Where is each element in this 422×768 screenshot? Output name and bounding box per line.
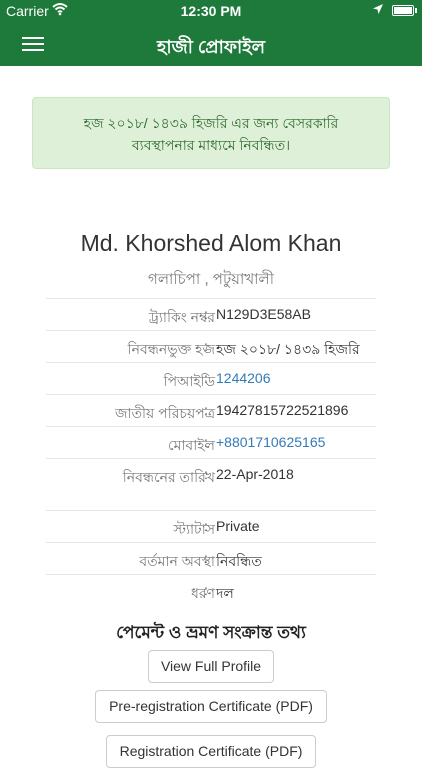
- info-row-mobile: মোবাইল : +8801710625165: [46, 426, 376, 458]
- battery-tip: [415, 8, 417, 13]
- registration-date-value: 22-Apr-2018: [216, 466, 294, 482]
- location-arrow-icon: [372, 3, 384, 18]
- info-colon: :: [204, 550, 208, 566]
- mobile-link[interactable]: +8801710625165: [216, 434, 325, 450]
- info-row-tracking-number: ট্র্যাকিং নম্বর : N129D3E58AB: [46, 298, 376, 330]
- info-row-type: ধরণ : দল: [46, 574, 376, 606]
- type-value: দল: [216, 585, 234, 601]
- payment-travel-section-title: পেমেন্ট ও ভ্রমণ সংক্রান্ত তথ্য: [116, 623, 306, 642]
- national-id-value: 19427815722521896: [216, 402, 349, 418]
- info-row-current-state: বর্তমান অবস্থা : নিবন্ধিত: [46, 542, 376, 574]
- info-label: নিবন্ধনভুক্ত হজ: [127, 341, 215, 357]
- info-label: ধরণ: [190, 585, 215, 601]
- info-colon: :: [204, 306, 208, 322]
- registration-certificate-button[interactable]: Registration Certificate (PDF): [106, 735, 316, 768]
- info-row-pid: পিআইডি : 1244206: [46, 362, 376, 394]
- info-label: মোবাইল: [167, 437, 215, 453]
- status-bar: Carrier 12:30 PM: [0, 0, 422, 22]
- info-colon: :: [204, 402, 208, 418]
- info-label: স্ট্যাটাস: [173, 521, 215, 537]
- view-full-profile-button[interactable]: View Full Profile: [148, 650, 274, 683]
- info-colon: :: [204, 434, 208, 450]
- battery-icon: [392, 5, 414, 16]
- info-colon: :: [204, 582, 208, 598]
- clock: 12:30 PM: [180, 3, 242, 19]
- info-colon: :: [204, 518, 208, 534]
- current-state-value: নিবন্ধিত: [216, 553, 262, 569]
- info-row-status: স্ট্যাটাস : Private: [46, 510, 376, 542]
- pilgrim-location: গলাচিপা , পটুয়াখালী: [148, 271, 274, 288]
- pid-link[interactable]: 1244206: [216, 370, 271, 386]
- page-title: হাজী প্রোফাইল: [156, 37, 266, 57]
- profile-info-table: ট্র্যাকিং নম্বর : N129D3E58AB নিবন্ধনভুক…: [46, 298, 376, 606]
- info-colon: :: [204, 338, 208, 354]
- tracking-number-value: N129D3E58AB: [216, 306, 311, 322]
- info-row-registered-hajj: নিবন্ধনভুক্ত হজ : হজ ২০১৮/ ১৪৩৯ হিজরি: [46, 330, 376, 362]
- info-row-national-id: জাতীয় পরিচয়পত্র : 19427815722521896: [46, 394, 376, 426]
- info-colon: :: [204, 370, 208, 386]
- info-row-registration-date: নিবন্ধনের তারিখ : 22-Apr-2018: [46, 458, 376, 490]
- nav-bar: হাজী প্রোফাইল: [0, 22, 422, 66]
- info-colon: :: [204, 466, 208, 482]
- info-label: জাতীয় পরিচয়পত্র: [114, 405, 215, 421]
- status-value: Private: [216, 518, 260, 534]
- info-label: নিবন্ধনের তারিখ: [122, 469, 215, 485]
- registration-alert: হজ ২০১৮/ ১৪৩৯ হিজরি এর জন্য বেসরকারি ব্য…: [32, 97, 390, 169]
- registered-hajj-value: হজ ২০১৮/ ১৪৩৯ হিজরি: [216, 341, 360, 357]
- pilgrim-name: Md. Khorshed Alom Khan: [80, 230, 342, 256]
- pre-registration-certificate-button[interactable]: Pre-registration Certificate (PDF): [95, 690, 327, 723]
